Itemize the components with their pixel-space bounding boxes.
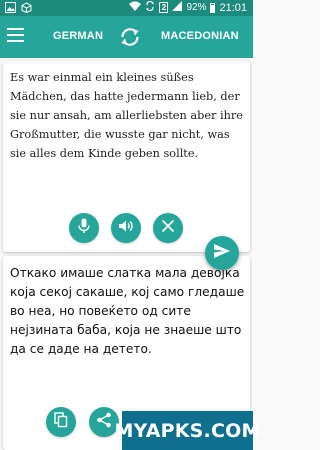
microphone-button[interactable] xyxy=(69,213,99,243)
battery-percent: 92% xyxy=(186,2,207,13)
image-icon xyxy=(5,2,16,16)
copy-translation-button[interactable] xyxy=(46,407,76,437)
battery-icon xyxy=(210,2,216,13)
speaker-icon xyxy=(118,219,134,238)
translate-send-button[interactable] xyxy=(205,236,239,270)
target-language-button[interactable]: MACEDONIAN xyxy=(161,30,239,42)
language-toolbar: GERMAN MACEDONIAN xyxy=(0,16,253,58)
source-text-input[interactable]: Es war einmal ein kleines süßes Mädchen,… xyxy=(10,68,246,163)
translated-text: Откако имаше слатка мала девојка која се… xyxy=(10,266,245,356)
clear-icon xyxy=(161,219,175,238)
wifi-icon xyxy=(129,1,142,14)
speak-source-button[interactable] xyxy=(111,213,141,243)
box-icon xyxy=(21,2,32,16)
clear-source-button[interactable] xyxy=(153,213,183,243)
status-bar: 2 92% 21:01 xyxy=(0,0,253,16)
watermark: MYAPKS.COM xyxy=(114,411,260,450)
swap-languages-icon[interactable] xyxy=(118,25,142,49)
sim-slot-icon: 2 xyxy=(159,2,169,13)
sim-slot-label: 2 xyxy=(161,3,167,12)
send-icon xyxy=(213,243,231,264)
microphone-icon xyxy=(77,218,91,239)
share-icon xyxy=(96,412,112,433)
sync-icon xyxy=(145,0,155,14)
status-system: 2 92% 21:01 xyxy=(129,0,247,14)
source-language-button[interactable]: GERMAN xyxy=(53,30,103,42)
copy-icon xyxy=(54,411,68,433)
status-notifications xyxy=(5,2,32,16)
source-card: Es war einmal ein kleines süßes Mädchen,… xyxy=(3,61,250,252)
clock: 21:01 xyxy=(219,1,247,14)
signal-icon xyxy=(172,1,183,14)
menu-icon[interactable] xyxy=(7,28,24,42)
